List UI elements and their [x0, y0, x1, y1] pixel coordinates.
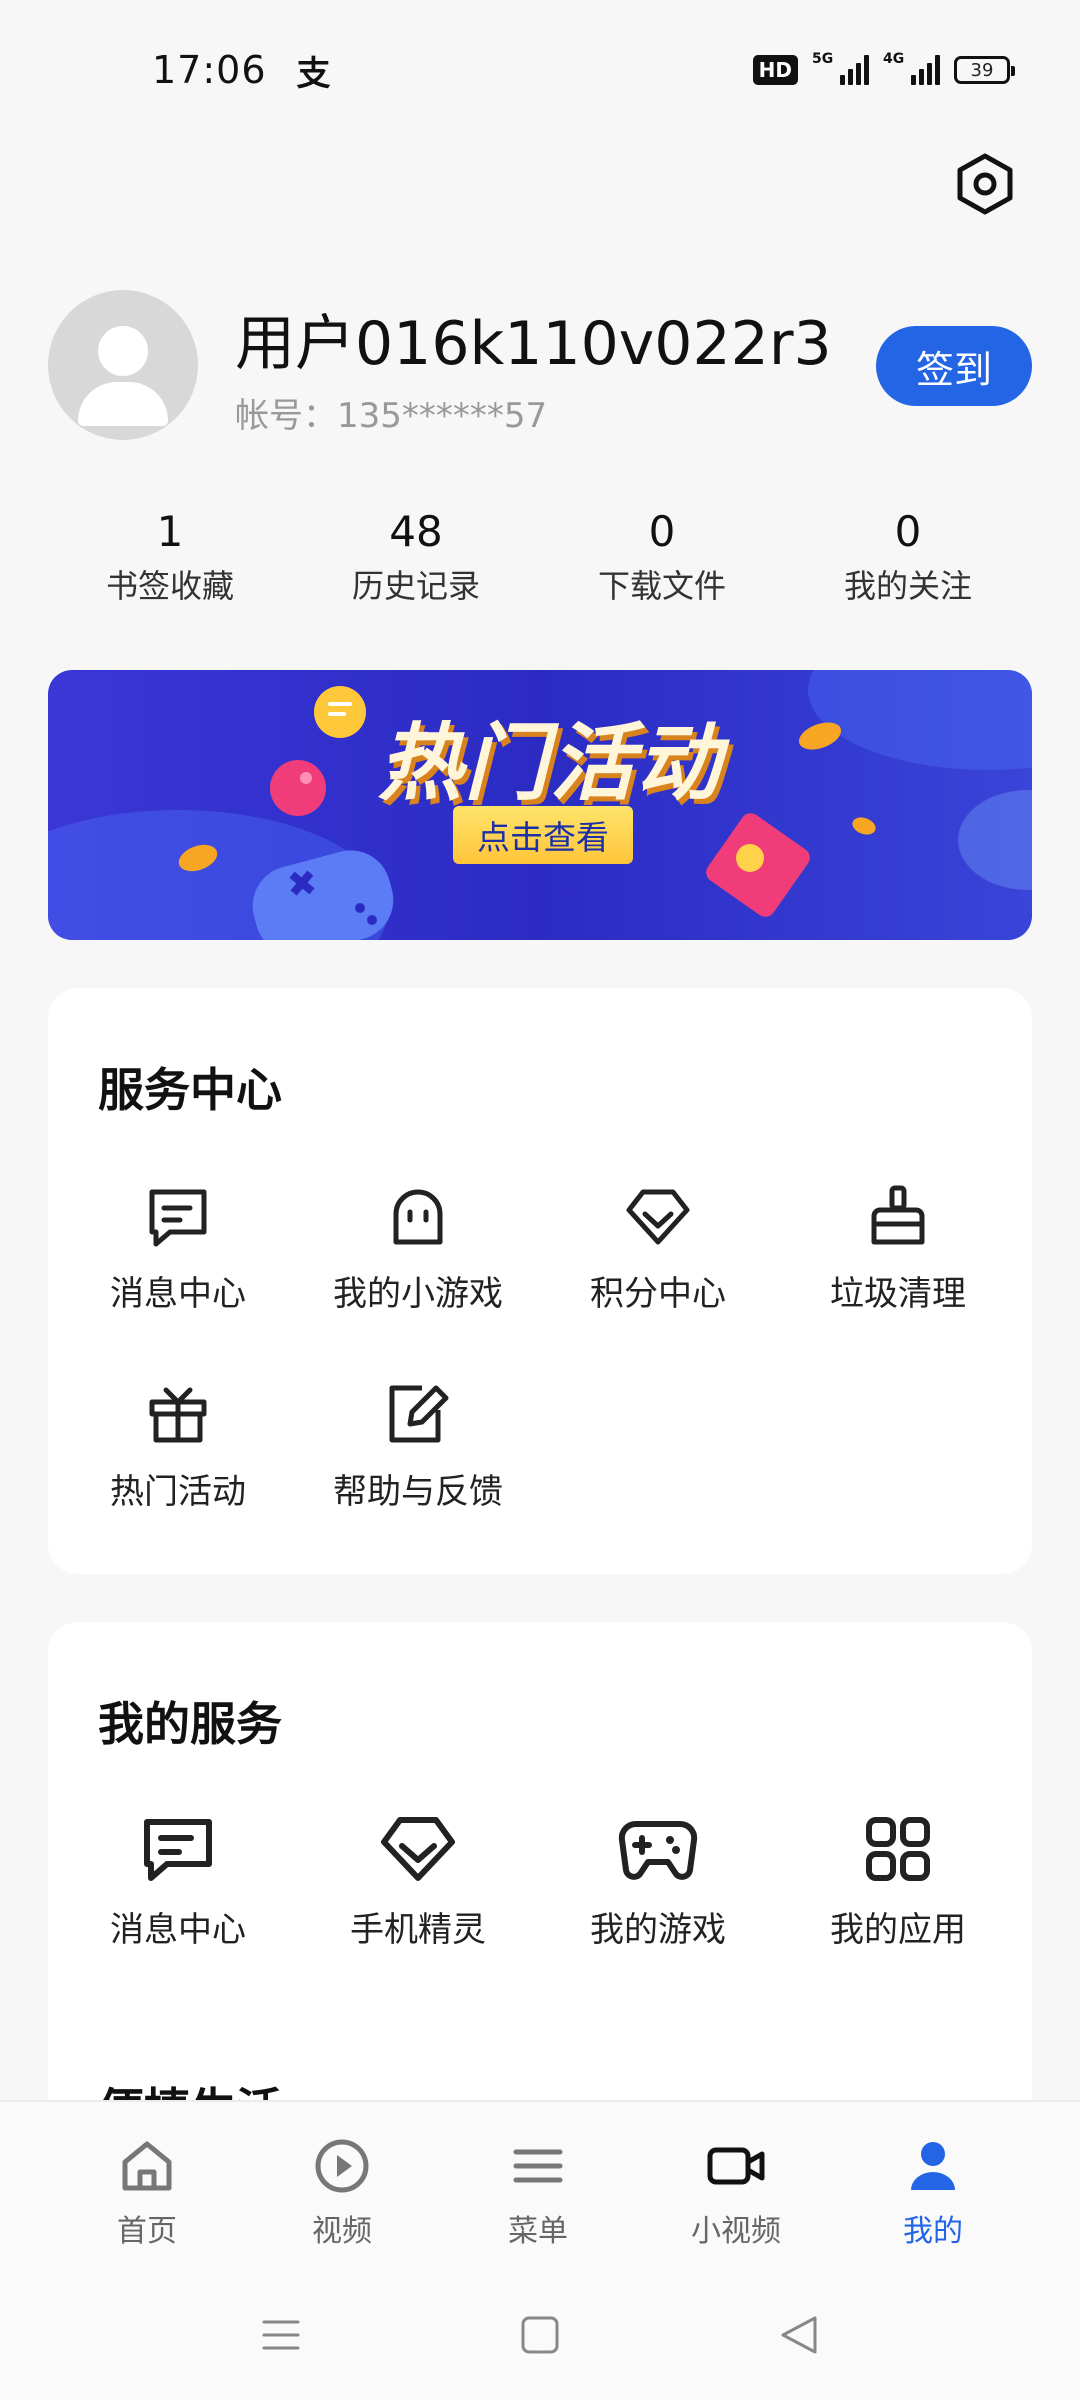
menu-icon [513, 2149, 563, 2183]
service-item-points[interactable]: 积分中心 [548, 1184, 768, 1315]
avatar-body-shape [78, 382, 168, 426]
stat-following[interactable]: 0 我的关注 [808, 500, 1008, 608]
ghost-icon [393, 1189, 443, 1245]
service-label: 热门活动 [110, 1472, 246, 1512]
system-back-button[interactable] [775, 2310, 825, 2360]
status-indicators: HD 5G 4G 39 [752, 51, 1015, 85]
service-label: 我的应用 [830, 1910, 966, 1950]
section-title: 我的服务 [98, 1697, 282, 1751]
service-item-mini-games[interactable]: 我的小游戏 [308, 1184, 528, 1315]
hd-voice-icon: HD [752, 55, 798, 85]
stat-label: 历史记录 [351, 567, 480, 605]
stat-label: 下载文件 [597, 567, 726, 605]
service-label: 消息中心 [110, 1910, 246, 1950]
video-camera-icon [707, 2147, 765, 2185]
service-label: 我的小游戏 [333, 1274, 503, 1314]
settings-hexagon-icon [957, 153, 1013, 215]
account-number: 帐号：135******57 [235, 396, 548, 436]
stat-value: 0 [648, 507, 676, 556]
alipay-notification-icon: 支 [296, 53, 331, 94]
status-time: 17:06 [152, 48, 267, 92]
my-service-item-games[interactable]: 我的游戏 [548, 1814, 768, 1951]
stats-row: 1 书签收藏 48 历史记录 0 下载文件 0 我的关注 [0, 500, 1080, 620]
stat-label: 书签收藏 [105, 567, 234, 605]
system-menu-icon [262, 2320, 300, 2350]
banner-title: 热门活动 [378, 714, 723, 812]
person-icon [911, 2142, 955, 2190]
broom-icon [871, 1185, 925, 1245]
stat-value: 1 [156, 507, 184, 556]
system-home-button[interactable] [515, 2310, 565, 2360]
signal-5g-icon: 5G [812, 51, 869, 85]
nav-tab-menu[interactable]: 菜单 [458, 2136, 618, 2250]
nav-label: 我的 [903, 2214, 963, 2249]
message-icon [149, 1189, 207, 1247]
service-item-cleanup[interactable]: 垃圾清理 [788, 1184, 1008, 1315]
service-label: 垃圾清理 [830, 1274, 966, 1314]
stat-bookmarks[interactable]: 1 书签收藏 [70, 500, 270, 608]
network-type-4g: 4G [883, 51, 905, 67]
diamond-icon [626, 1189, 690, 1245]
play-icon [315, 2139, 369, 2193]
signal-4g-icon: 4G [883, 51, 940, 85]
gamepad-icon [618, 1820, 698, 1880]
battery-icon: 39 [954, 56, 1015, 84]
home-icon [122, 2141, 172, 2191]
stat-value: 48 [389, 507, 443, 556]
service-label: 我的游戏 [590, 1910, 726, 1950]
promo-banner[interactable]: 热门活动 点击查看 [48, 670, 1032, 940]
service-label: 消息中心 [110, 1274, 246, 1314]
service-item-messages[interactable]: 消息中心 [68, 1184, 288, 1315]
system-home-icon [521, 2316, 559, 2354]
service-label: 积分中心 [590, 1274, 726, 1314]
service-item-hot-events[interactable]: 热门活动 [68, 1382, 288, 1513]
nav-label: 视频 [312, 2214, 372, 2249]
nav-tab-video[interactable]: 视频 [262, 2136, 422, 2250]
avatar-head-shape [98, 326, 148, 376]
my-service-item-apps[interactable]: 我的应用 [788, 1814, 1008, 1951]
stat-downloads[interactable]: 0 下载文件 [562, 500, 762, 608]
checkin-button[interactable]: 签到 [876, 326, 1032, 406]
system-menu-button[interactable] [256, 2310, 306, 2360]
my-service-item-messages[interactable]: 消息中心 [68, 1814, 288, 1951]
nav-tab-short-video[interactable]: 小视频 [656, 2136, 816, 2250]
service-center-card: 服务中心 消息中心 我的小游戏 积分中心 垃圾清理 热门活动 帮助与反馈 [48, 988, 1032, 1574]
my-service-item-phone-assistant[interactable]: 手机精灵 [308, 1814, 528, 1951]
network-type-5g: 5G [812, 51, 834, 67]
service-label: 手机精灵 [350, 1910, 486, 1950]
service-item-help-feedback[interactable]: 帮助与反馈 [308, 1382, 528, 1513]
diamond-icon [381, 1817, 455, 1881]
nav-label: 菜单 [508, 2214, 568, 2249]
username[interactable]: 用户016k110v022r3 [235, 295, 832, 382]
nav-tab-home[interactable]: 首页 [67, 2136, 227, 2250]
stat-label: 我的关注 [843, 567, 972, 605]
system-back-icon [781, 2316, 817, 2354]
nav-label: 首页 [117, 2214, 177, 2249]
section-title: 服务中心 [98, 1063, 282, 1117]
nav-label: 小视频 [691, 2214, 781, 2249]
nav-tab-me[interactable]: 我的 [853, 2136, 1013, 2250]
gift-icon [149, 1387, 207, 1443]
status-bar: 17:06 支 HD 5G 4G 39 [0, 0, 1080, 140]
edit-icon [389, 1385, 449, 1443]
stat-history[interactable]: 48 历史记录 [316, 500, 516, 608]
service-label: 帮助与反馈 [333, 1472, 503, 1512]
stat-value: 0 [894, 507, 922, 556]
avatar[interactable] [48, 290, 198, 440]
my-services-card: 我的服务 消息中心 手机精灵 我的游戏 我的应用 [48, 1622, 1032, 2142]
apps-grid-icon [866, 1817, 930, 1881]
message-icon [144, 1819, 212, 1881]
settings-button[interactable] [955, 152, 1015, 216]
banner-cta-button[interactable]: 点击查看 [453, 806, 633, 864]
